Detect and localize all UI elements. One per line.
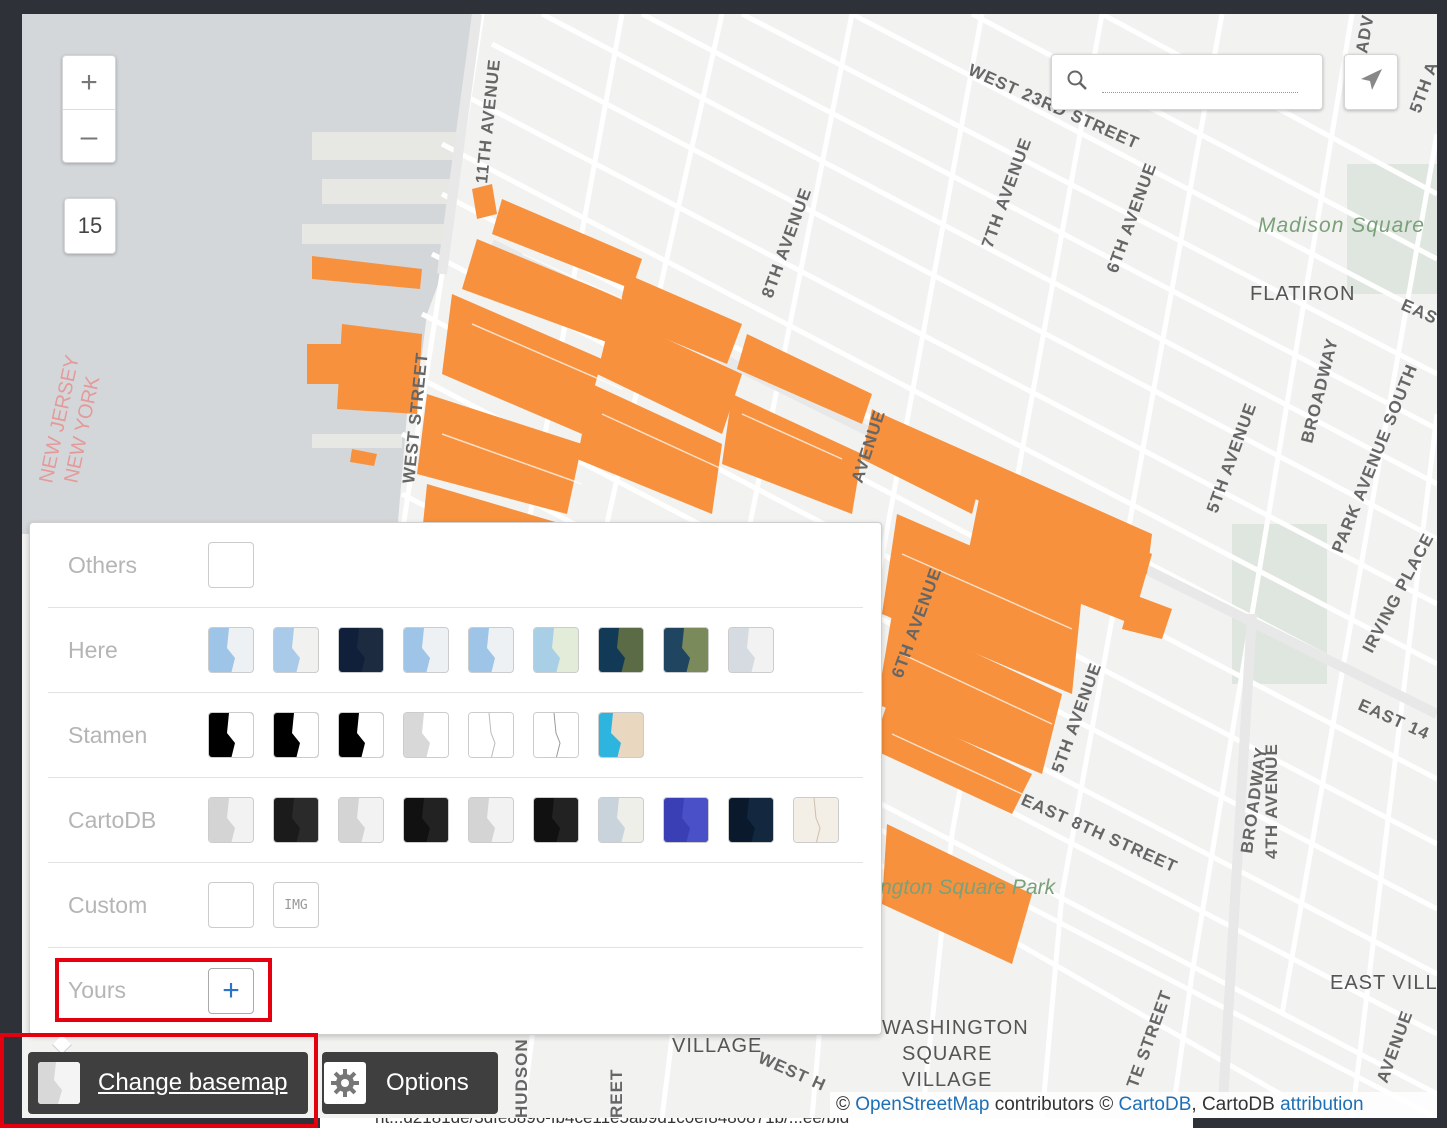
label-wsp: ngton Square Park bbox=[880, 876, 1057, 899]
basemap-row-yours: Yours + bbox=[48, 948, 863, 1033]
attrib-suffix: , CartoDB bbox=[1191, 1094, 1275, 1115]
change-basemap-label: Change basemap bbox=[98, 1069, 288, 1096]
basemap-category-label: Stamen bbox=[68, 721, 148, 748]
basemap-thumb-stamen[interactable] bbox=[468, 712, 514, 758]
label-east-vill: EAST VILL bbox=[1330, 972, 1437, 994]
options-label: Options bbox=[386, 1069, 469, 1096]
label-village: VILLAGE bbox=[672, 1035, 762, 1057]
add-basemap-button[interactable]: + bbox=[208, 967, 254, 1014]
label-ave11: 11TH AVENUE bbox=[472, 58, 504, 185]
basemap-preview-icon bbox=[38, 1062, 80, 1104]
locate-button[interactable] bbox=[1344, 54, 1398, 110]
basemap-thumb-cartodb[interactable] bbox=[208, 797, 254, 843]
bottom-url-strip: ht...d2181de/3dfe8896-fb4ce11e5ab9d1c0ef… bbox=[320, 1118, 1193, 1128]
basemap-thumb-cartodb[interactable] bbox=[533, 797, 579, 843]
basemap-selector-panel: Others Here Stamen CartoDB Custom IMG Yo… bbox=[29, 522, 882, 1035]
label-ave6: 6TH AVENUE bbox=[1103, 160, 1160, 275]
label-park-south: PARK AVENUE SOUTH bbox=[1328, 361, 1421, 555]
basemap-row-cartodb: CartoDB bbox=[48, 778, 863, 863]
basemap-thumb-here[interactable] bbox=[468, 627, 514, 673]
attribution-link[interactable]: attribution bbox=[1280, 1094, 1363, 1116]
basemap-category-label: Yours bbox=[68, 977, 126, 1003]
basemap-thumb-custom-blank[interactable] bbox=[208, 882, 254, 928]
zoom-in-button[interactable]: + bbox=[63, 56, 115, 110]
basemap-thumb-stamen[interactable] bbox=[533, 712, 579, 758]
basemap-category-label: CartoDB bbox=[68, 806, 157, 833]
basemap-thumb-stamen[interactable] bbox=[338, 712, 384, 758]
basemap-row-here: Here bbox=[48, 608, 863, 693]
zoom-level-indicator: 15 bbox=[64, 198, 116, 254]
label-adv: ADV bbox=[1352, 14, 1377, 55]
osm-link[interactable]: OpenStreetMap bbox=[855, 1094, 989, 1116]
basemap-thumb-stamen[interactable] bbox=[273, 712, 319, 758]
label-te-street: TE STREET bbox=[1123, 988, 1176, 1091]
change-basemap-button[interactable]: Change basemap bbox=[28, 1052, 308, 1114]
basemap-thumb-stamen[interactable] bbox=[598, 712, 644, 758]
navigation-arrow-icon bbox=[1358, 67, 1384, 98]
search-icon bbox=[1066, 69, 1088, 96]
label-fifth-top: 5TH A bbox=[1406, 59, 1437, 116]
attrib-contrib: contributors © bbox=[994, 1094, 1114, 1115]
basemap-thumb-here[interactable] bbox=[208, 627, 254, 673]
basemap-row-custom: Custom IMG bbox=[48, 863, 863, 948]
label-wsv3: VILLAGE bbox=[902, 1069, 992, 1091]
basemap-category-label: Custom bbox=[68, 891, 148, 918]
basemap-thumb-stamen[interactable] bbox=[208, 712, 254, 758]
attrib-prefix: © bbox=[836, 1094, 850, 1115]
basemap-thumb-cartodb[interactable] bbox=[793, 797, 839, 843]
basemap-thumb-cartodb[interactable] bbox=[598, 797, 644, 843]
basemap-thumb-here[interactable] bbox=[663, 627, 709, 673]
basemap-thumb-cartodb[interactable] bbox=[728, 797, 774, 843]
basemap-thumb-here[interactable] bbox=[338, 627, 384, 673]
basemap-thumb-cartodb[interactable] bbox=[663, 797, 709, 843]
label-ave4: 4TH AVENUE bbox=[1262, 743, 1281, 859]
label-wsv1: WASHINGTON bbox=[882, 1017, 1029, 1039]
basemap-category-label: Others bbox=[68, 551, 138, 578]
search-box bbox=[1051, 54, 1323, 110]
label-madison: Madison Square bbox=[1258, 214, 1425, 237]
app-frame: WEST 23RD STREET 11TH AVENUE 8TH AVENUE … bbox=[0, 0, 1447, 1128]
basemap-thumb-custom-img[interactable]: IMG bbox=[273, 882, 319, 928]
basemap-category-label: Here bbox=[68, 636, 118, 663]
basemap-thumb-stamen[interactable] bbox=[403, 712, 449, 758]
basemap-thumb-here[interactable] bbox=[598, 627, 644, 673]
zoom-control: + – bbox=[62, 55, 116, 163]
zoom-out-button[interactable]: – bbox=[63, 110, 115, 164]
label-e8: EAST 8TH STREET bbox=[1018, 790, 1180, 876]
map-attribution: © OpenStreetMap contributors © CartoDB ,… bbox=[830, 1092, 1437, 1118]
basemap-thumb-here[interactable] bbox=[403, 627, 449, 673]
basemap-row-stamen: Stamen bbox=[48, 693, 863, 778]
label-flatiron: FLATIRON bbox=[1250, 283, 1355, 305]
gear-icon bbox=[324, 1062, 366, 1104]
basemap-thumb-cartodb[interactable] bbox=[403, 797, 449, 843]
label-reet: REET bbox=[607, 1069, 626, 1118]
basemap-thumb-here[interactable] bbox=[273, 627, 319, 673]
cartodb-link[interactable]: CartoDB bbox=[1119, 1094, 1192, 1116]
label-irving: IRVING PLACE bbox=[1359, 530, 1437, 656]
search-input[interactable] bbox=[1102, 71, 1298, 93]
basemap-row-others: Others bbox=[48, 523, 863, 608]
basemap-thumb-cartodb[interactable] bbox=[273, 797, 319, 843]
bottom-url-text: ht...d2181de/3dfe8896-fb4ce11e5ab9d1c0ef… bbox=[375, 1118, 849, 1128]
label-wsv2: SQUARE bbox=[902, 1043, 992, 1065]
basemap-thumb-blank[interactable] bbox=[208, 542, 254, 588]
basemap-thumb-here[interactable] bbox=[728, 627, 774, 673]
label-avenue-c: AVENUE bbox=[1373, 1008, 1417, 1086]
basemap-thumb-cartodb[interactable] bbox=[338, 797, 384, 843]
basemap-thumb-here[interactable] bbox=[533, 627, 579, 673]
basemap-thumb-cartodb[interactable] bbox=[468, 797, 514, 843]
options-button[interactable]: Options bbox=[322, 1052, 498, 1114]
